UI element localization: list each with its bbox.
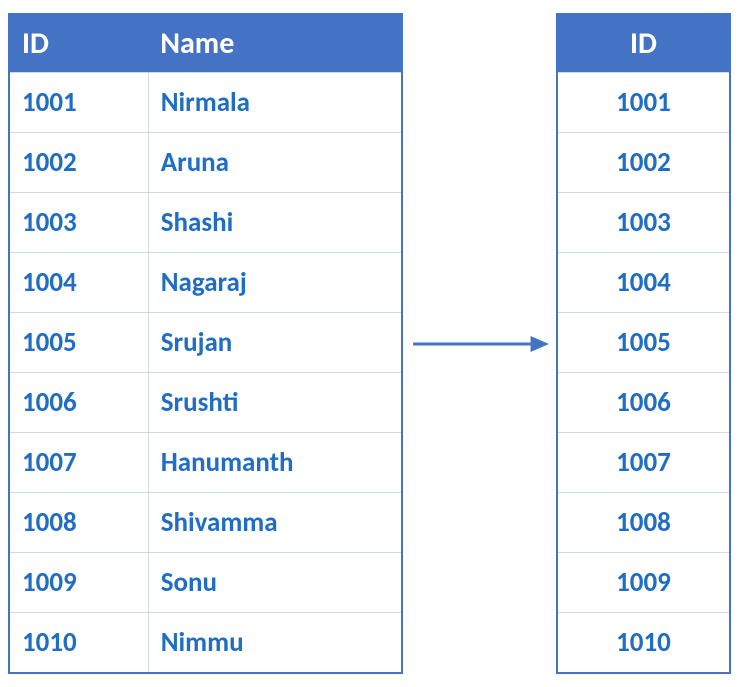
table-row: 1001 bbox=[557, 73, 730, 133]
cell-id: 1005 bbox=[557, 313, 730, 373]
cell-id: 1001 bbox=[9, 73, 148, 133]
cell-id: 1002 bbox=[9, 133, 148, 193]
cell-id: 1008 bbox=[557, 493, 730, 553]
table-row: 1001 Nirmala bbox=[9, 73, 402, 133]
table-row: 1003 Shashi bbox=[9, 193, 402, 253]
cell-name: Hanumanth bbox=[148, 433, 402, 493]
table-row: 1007 Hanumanth bbox=[9, 433, 402, 493]
cell-id: 1008 bbox=[9, 493, 148, 553]
cell-name: Shashi bbox=[148, 193, 402, 253]
cell-id: 1004 bbox=[557, 253, 730, 313]
cell-id: 1007 bbox=[557, 433, 730, 493]
table-row: 1008 Shivamma bbox=[9, 493, 402, 553]
cell-id: 1006 bbox=[9, 373, 148, 433]
table-row: 1010 bbox=[557, 613, 730, 673]
cell-name: Nagaraj bbox=[148, 253, 402, 313]
cell-id: 1010 bbox=[557, 613, 730, 673]
cell-name: Sonu bbox=[148, 553, 402, 613]
table-row: 1006 Srushti bbox=[9, 373, 402, 433]
table-row: 1003 bbox=[557, 193, 730, 253]
cell-id: 1006 bbox=[557, 373, 730, 433]
table-row: 1005 Srujan bbox=[9, 313, 402, 373]
cell-name: Nirmala bbox=[148, 73, 402, 133]
cell-id: 1010 bbox=[9, 613, 148, 673]
cell-id: 1005 bbox=[9, 313, 148, 373]
cell-name: Nimmu bbox=[148, 613, 402, 673]
table-row: 1006 bbox=[557, 373, 730, 433]
column-header-name: Name bbox=[148, 14, 402, 73]
table-row: 1010 Nimmu bbox=[9, 613, 402, 673]
table-row: 1009 bbox=[557, 553, 730, 613]
table-row: 1002 Aruna bbox=[9, 133, 402, 193]
cell-id: 1004 bbox=[9, 253, 148, 313]
table-row: 1004 Nagaraj bbox=[9, 253, 402, 313]
cell-id: 1007 bbox=[9, 433, 148, 493]
cell-id: 1009 bbox=[9, 553, 148, 613]
column-header-id: ID bbox=[9, 14, 148, 73]
cell-id: 1001 bbox=[557, 73, 730, 133]
result-table: ID 1001 1002 1003 1004 1005 1006 100 bbox=[556, 13, 731, 674]
cell-id: 1002 bbox=[557, 133, 730, 193]
table-row: 1002 bbox=[557, 133, 730, 193]
tables-container: ID Name 1001 Nirmala 1002 Aruna 1003 Sha… bbox=[8, 8, 731, 679]
table-row: 1008 bbox=[557, 493, 730, 553]
arrow-connector bbox=[403, 8, 556, 679]
table-row: 1007 bbox=[557, 433, 730, 493]
table-row: 1005 bbox=[557, 313, 730, 373]
table-header-row: ID bbox=[557, 14, 730, 73]
cell-name: Srushti bbox=[148, 373, 402, 433]
cell-name: Shivamma bbox=[148, 493, 402, 553]
arrow-right-icon bbox=[408, 324, 551, 364]
table-row: 1004 bbox=[557, 253, 730, 313]
table-header-row: ID Name bbox=[9, 14, 402, 73]
cell-id: 1003 bbox=[9, 193, 148, 253]
table-row: 1009 Sonu bbox=[9, 553, 402, 613]
source-table: ID Name 1001 Nirmala 1002 Aruna 1003 Sha… bbox=[8, 13, 403, 674]
cell-id: 1009 bbox=[557, 553, 730, 613]
cell-id: 1003 bbox=[557, 193, 730, 253]
cell-name: Srujan bbox=[148, 313, 402, 373]
column-header-id: ID bbox=[557, 14, 730, 73]
cell-name: Aruna bbox=[148, 133, 402, 193]
